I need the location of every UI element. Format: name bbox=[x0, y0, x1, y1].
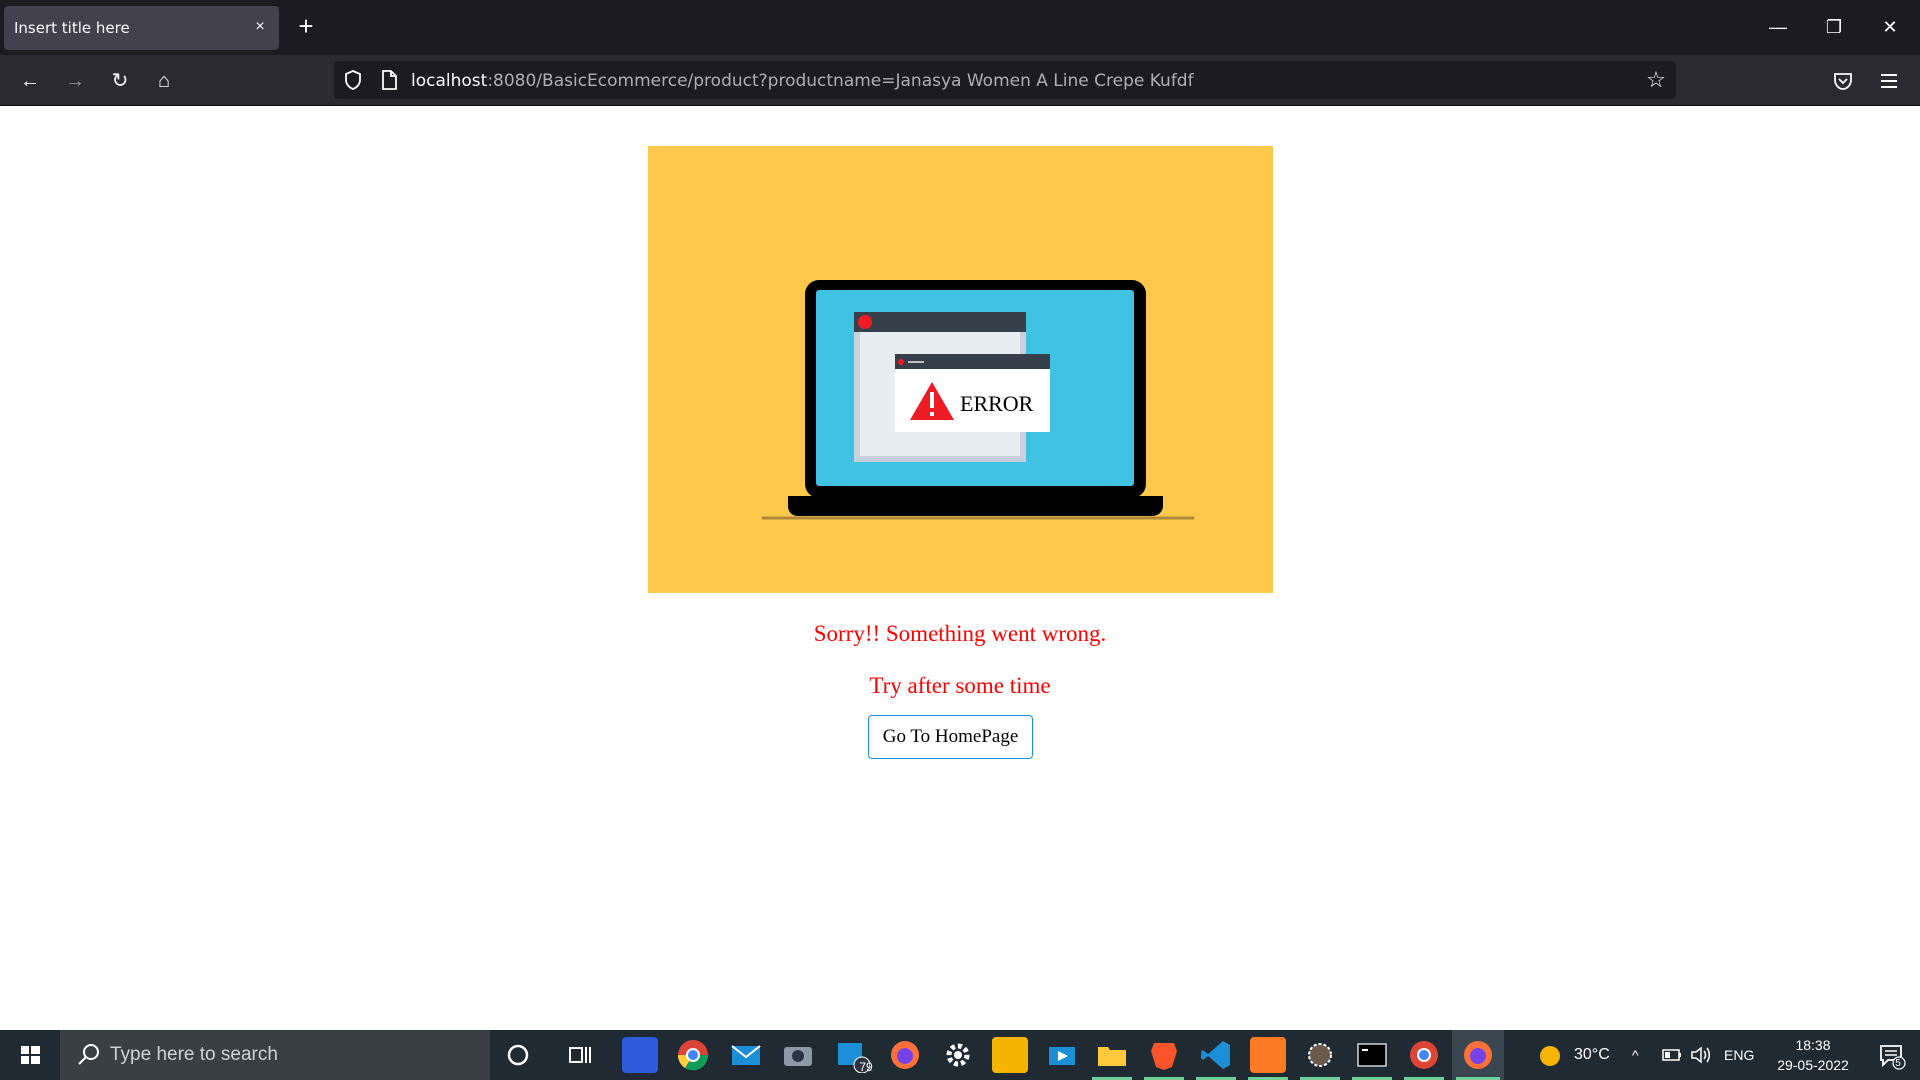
taskbar: Type here to search 79 30°C ^ ENG 18:38 … bbox=[0, 1030, 1920, 1080]
cortana-icon[interactable] bbox=[506, 1043, 530, 1067]
windows-start-icon[interactable] bbox=[0, 1030, 60, 1080]
language-indicator[interactable]: ENG bbox=[1724, 1030, 1754, 1080]
camera-icon[interactable] bbox=[780, 1037, 816, 1073]
tab-strip: Insert title here × + — ❐ ✕ bbox=[0, 0, 1920, 55]
url-path: :8080/BasicEcommerce/product?productname… bbox=[487, 71, 1194, 91]
terminal-icon[interactable] bbox=[1354, 1037, 1390, 1073]
error-label: ERROR bbox=[960, 391, 1034, 416]
weather-sun-icon[interactable] bbox=[1538, 1044, 1562, 1068]
close-window-button[interactable]: ✕ bbox=[1862, 0, 1918, 55]
chevron-up-icon[interactable]: ^ bbox=[1632, 1030, 1639, 1080]
page-content: ERROR Sorry!! Something went wrong. Try … bbox=[0, 106, 1920, 1030]
xampp-icon[interactable] bbox=[1250, 1037, 1286, 1073]
pocket-icon[interactable] bbox=[1832, 70, 1854, 92]
reload-button[interactable]: ↻ bbox=[104, 65, 136, 97]
vscode-icon[interactable] bbox=[1198, 1037, 1234, 1073]
clock-time: 18:38 bbox=[1795, 1037, 1831, 1053]
page-icon[interactable] bbox=[378, 69, 400, 91]
mail-icon[interactable] bbox=[728, 1037, 764, 1073]
tab-close-icon[interactable]: × bbox=[249, 16, 271, 38]
bookmark-star-icon[interactable]: ☆ bbox=[1644, 68, 1668, 92]
restore-button[interactable]: ❐ bbox=[1806, 0, 1862, 55]
ide-app-icon[interactable] bbox=[622, 1037, 658, 1073]
temperature[interactable]: 30°C bbox=[1574, 1030, 1610, 1080]
minimize-button[interactable]: — bbox=[1750, 0, 1806, 55]
forward-button[interactable]: → bbox=[59, 65, 91, 97]
taskbar-search[interactable]: Type here to search bbox=[60, 1030, 490, 1080]
firefox-active-icon[interactable] bbox=[1460, 1037, 1496, 1073]
tab-title: Insert title here bbox=[14, 19, 130, 37]
clock-date: 29-05-2022 bbox=[1777, 1057, 1849, 1073]
firefox-icon[interactable] bbox=[887, 1037, 923, 1073]
file-explorer-icon[interactable] bbox=[1094, 1037, 1130, 1073]
error-illustration: ERROR bbox=[648, 146, 1273, 593]
sticky-app-icon[interactable] bbox=[992, 1037, 1028, 1073]
chrome-profile-icon[interactable] bbox=[1406, 1037, 1442, 1073]
system-clock[interactable]: 18:38 29-05-2022 bbox=[1768, 1035, 1858, 1075]
notification-count: 5 bbox=[1895, 1058, 1901, 1069]
url-bar[interactable]: localhost:8080/BasicEcommerce/product?pr… bbox=[334, 61, 1676, 99]
browser-window: Insert title here × + — ❐ ✕ ← → ↻ ⌂ loca… bbox=[0, 0, 1920, 1030]
error-message: Sorry!! Something went wrong. bbox=[813, 621, 1107, 646]
new-tab-button[interactable]: + bbox=[292, 12, 320, 40]
gear-app-icon[interactable] bbox=[1302, 1037, 1338, 1073]
brave-icon[interactable] bbox=[1146, 1037, 1182, 1073]
url-host: localhost bbox=[411, 71, 488, 91]
settings-gear-icon[interactable] bbox=[940, 1037, 976, 1073]
chrome-icon[interactable] bbox=[675, 1037, 711, 1073]
search-icon bbox=[78, 1044, 99, 1065]
go-to-homepage-button[interactable]: Go To HomePage bbox=[868, 715, 1033, 759]
home-button-browser[interactable]: ⌂ bbox=[148, 65, 180, 97]
shield-icon[interactable] bbox=[342, 69, 364, 91]
volume-icon[interactable] bbox=[1690, 1045, 1712, 1065]
url-text[interactable]: localhost:8080/BasicEcommerce/product?pr… bbox=[411, 71, 1194, 91]
retry-message: Try after some time bbox=[869, 673, 1051, 698]
video-editor-icon[interactable] bbox=[1044, 1037, 1080, 1073]
search-placeholder: Type here to search bbox=[110, 1044, 278, 1065]
battery-icon[interactable] bbox=[1662, 1048, 1682, 1062]
back-button[interactable]: ← bbox=[14, 65, 46, 97]
laptop-error-graphic: ERROR bbox=[761, 280, 1195, 520]
navigation-toolbar: ← → ↻ ⌂ localhost:8080/BasicEcommerce/pr… bbox=[0, 55, 1920, 106]
mail-badge: 79 bbox=[859, 1060, 873, 1074]
tab-active[interactable]: Insert title here × bbox=[4, 6, 279, 50]
task-view-icon[interactable] bbox=[568, 1043, 592, 1067]
menu-icon[interactable] bbox=[1879, 71, 1899, 91]
